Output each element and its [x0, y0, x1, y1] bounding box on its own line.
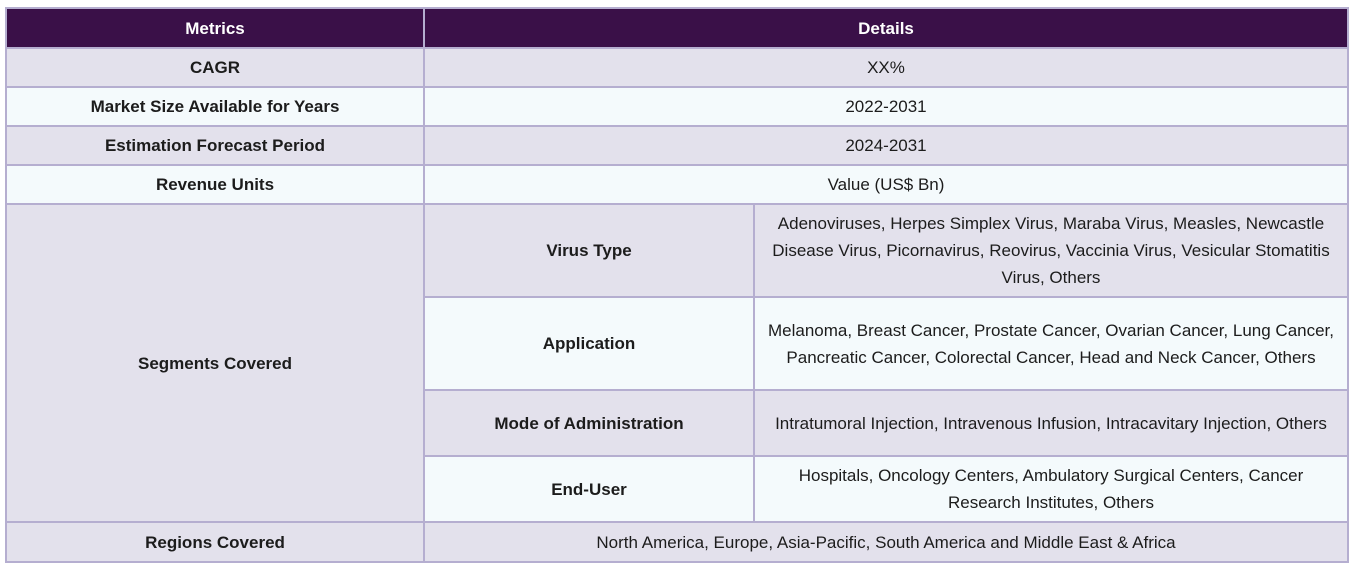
row-label: Revenue Units: [5, 164, 425, 205]
regions-value: North America, Europe, Asia-Pacific, Sou…: [423, 521, 1349, 563]
row-value: Value (US$ Bn): [423, 164, 1349, 205]
report-table: Metrics Details CAGR XX% Market Size Ava…: [5, 7, 1349, 563]
table-row: Estimation Forecast Period 2024-2031: [5, 125, 1349, 166]
regions-label: Regions Covered: [5, 521, 425, 563]
row-value: 2024-2031: [423, 125, 1349, 166]
segment-name: Virus Type: [423, 203, 755, 298]
segments-label: Segments Covered: [5, 203, 425, 523]
row-value: XX%: [423, 47, 1349, 88]
header-row: Metrics Details: [5, 7, 1349, 49]
row-value: 2022-2031: [423, 86, 1349, 127]
segment-value: Melanoma, Breast Cancer, Prostate Cancer…: [753, 296, 1349, 391]
table-row: Market Size Available for Years 2022-203…: [5, 86, 1349, 127]
row-label: Estimation Forecast Period: [5, 125, 425, 166]
table-row: CAGR XX%: [5, 47, 1349, 88]
segment-row: Segments Covered Virus Type Adenoviruses…: [5, 203, 1349, 523]
segment-name: Application: [423, 296, 755, 391]
table-row: Revenue Units Value (US$ Bn): [5, 164, 1349, 205]
row-label: CAGR: [5, 47, 425, 88]
segment-name: End-User: [423, 455, 755, 523]
table-row: Regions Covered North America, Europe, A…: [5, 521, 1349, 563]
row-label: Market Size Available for Years: [5, 86, 425, 127]
header-metrics: Metrics: [5, 7, 425, 49]
segment-name: Mode of Administration: [423, 389, 755, 457]
segment-value: Adenoviruses, Herpes Simplex Virus, Mara…: [753, 203, 1349, 298]
segment-value: Hospitals, Oncology Centers, Ambulatory …: [753, 455, 1349, 523]
header-details: Details: [423, 7, 1349, 49]
segment-value: Intratumoral Injection, Intravenous Infu…: [753, 389, 1349, 457]
